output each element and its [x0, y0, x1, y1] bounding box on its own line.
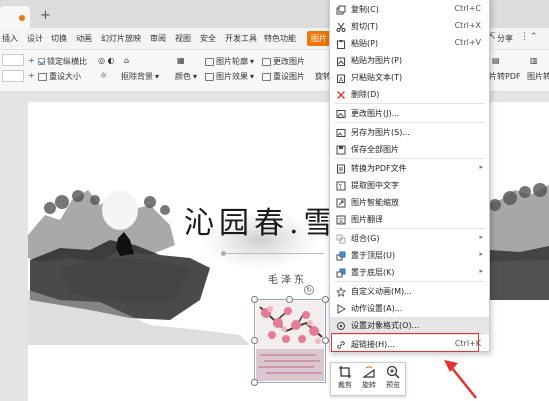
submenu-arrow-icon: ▸ [479, 233, 483, 241]
menu-item-paste-text[interactable]: A 只粘贴文本(T) [330, 69, 489, 86]
menu-item-bring-to-front[interactable]: 置于顶层(U) ▸ [330, 247, 489, 264]
copy-icon [336, 5, 346, 15]
send-back-icon [336, 268, 346, 278]
slide-title[interactable]: 沁园春.雪 [184, 198, 339, 242]
paste-text-icon: A [337, 74, 345, 83]
save-all-images-icon [336, 145, 346, 155]
menu-item-delete[interactable]: 删除(D) [330, 86, 489, 103]
translate-icon: 文 [336, 215, 346, 225]
svg-text:文: 文 [338, 217, 344, 225]
menu-separator [334, 158, 485, 159]
resize-handle-w[interactable] [251, 337, 258, 344]
paste-icon [337, 40, 345, 49]
menu-item-send-to-back[interactable]: 置于底层(K) ▸ [330, 264, 489, 281]
bring-front-icon [336, 251, 346, 261]
highlight-box [331, 333, 479, 352]
scissors-icon [336, 22, 346, 32]
menu-item-action-settings[interactable]: 动作设置(A)... [330, 300, 489, 317]
menu-item-group[interactable]: 组合(G) ▸ [330, 230, 489, 247]
menu-item-format-object[interactable]: 设置对象格式(O)... [330, 317, 489, 334]
zoom-icon [386, 365, 400, 379]
menu-separator [334, 103, 485, 104]
menu-item-copy[interactable]: 复制(C) Ctrl+C [330, 1, 489, 18]
menu-item-translate[interactable]: 文 图片翻译 [330, 211, 489, 228]
group-icon [336, 234, 346, 244]
menu-item-smart-scale[interactable]: 图片智能缩放 [330, 194, 489, 211]
smart-scale-icon [336, 198, 346, 208]
rotate-button[interactable]: 旋转 [357, 365, 381, 390]
menu-item-save-as-image[interactable]: 另存为图片(S)... [330, 124, 489, 141]
preview-button[interactable]: 预览 [381, 365, 405, 390]
format-object-icon [337, 322, 345, 330]
floating-picture-toolbar: 裁剪 旋转 预览 [330, 362, 406, 396]
rotate-icon [362, 366, 375, 378]
change-image-icon [336, 110, 346, 118]
ocr-icon: T [336, 181, 346, 191]
submenu-arrow-icon: ▸ [479, 163, 483, 171]
action-icon [337, 304, 346, 314]
submenu-arrow-icon: ▸ [479, 267, 483, 275]
menu-item-extract-text[interactable]: T 提取图中文字 [330, 177, 489, 194]
context-menu: 复制(C) Ctrl+C 剪切(T) Ctrl+X 粘贴(P) Ctrl+V 粘贴为图… [329, 0, 490, 352]
resize-handle-nw[interactable] [251, 296, 258, 303]
selection-frame [254, 299, 326, 383]
resize-handle-e[interactable] [322, 337, 329, 344]
menu-item-cut[interactable]: 剪切(T) Ctrl+X [330, 18, 489, 35]
menu-item-change-image[interactable]: 更改图片(J)... [330, 105, 489, 122]
animation-icon [336, 287, 346, 297]
crop-button[interactable]: 裁剪 [333, 365, 357, 390]
menu-item-convert-pdf[interactable]: 转换为PDF文件 ▸ [330, 160, 489, 177]
pdf-icon [337, 164, 345, 174]
menu-item-paste-as-image[interactable]: 粘贴为图片(P) [330, 52, 489, 69]
resize-handle-ne[interactable] [322, 296, 329, 303]
crop-icon [339, 366, 351, 378]
title-deco-line [224, 253, 324, 254]
delete-icon [336, 90, 346, 100]
menu-separator [334, 122, 485, 123]
menu-separator [334, 281, 485, 282]
rotate-handle-icon[interactable]: ↻ [304, 285, 314, 295]
svg-text:T: T [338, 184, 343, 191]
resize-handle-n[interactable] [286, 296, 293, 303]
menu-separator [334, 228, 485, 229]
save-image-icon [336, 129, 346, 137]
menu-item-save-all-images[interactable]: 保存全部图片 [330, 141, 489, 158]
paste-image-icon [337, 57, 345, 66]
resize-handle-sw[interactable] [251, 379, 258, 386]
slide-author[interactable]: 毛泽东 [268, 271, 307, 286]
menu-item-paste[interactable]: 粘贴(P) Ctrl+V [330, 35, 489, 52]
menu-item-custom-animation[interactable]: 自定义动画(M)... [330, 283, 489, 300]
submenu-arrow-icon: ▸ [479, 250, 483, 258]
